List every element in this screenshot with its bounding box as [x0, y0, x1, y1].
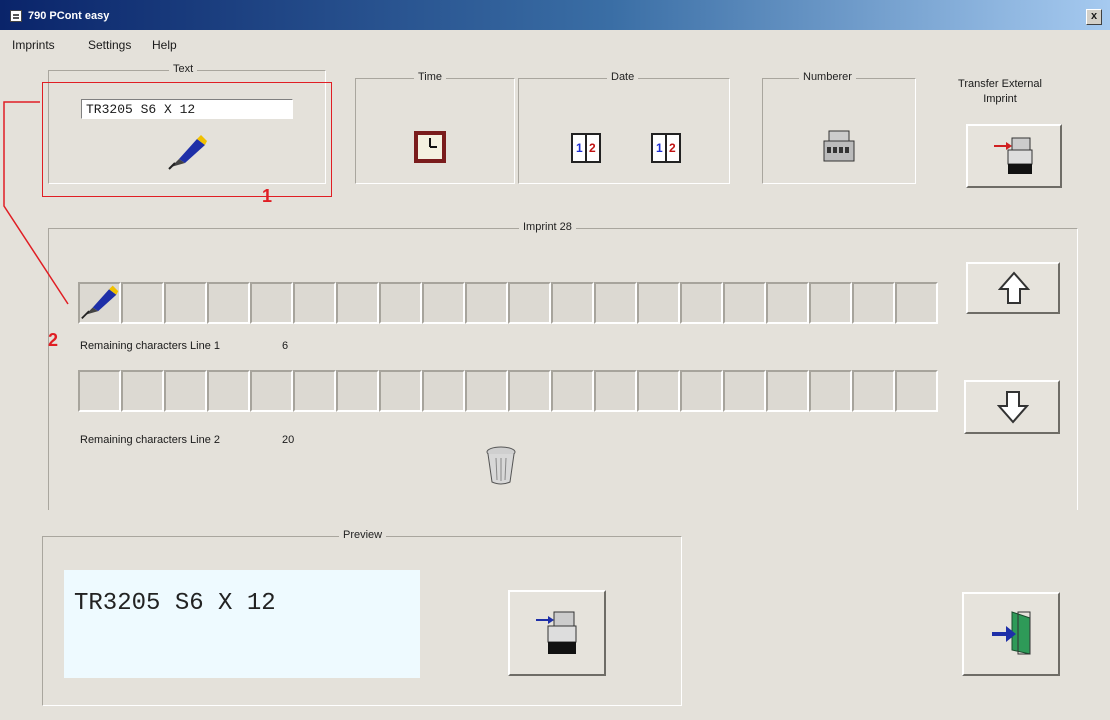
- line2-cell[interactable]: [121, 370, 164, 412]
- line1-remaining-label: Remaining characters Line 1: [80, 340, 221, 352]
- date-group-title: Date: [607, 71, 639, 83]
- exit-icon: [990, 608, 1034, 663]
- close-button[interactable]: x: [1086, 9, 1102, 25]
- imprint-group: Imprint 28: [48, 221, 1078, 510]
- menu-settings[interactable]: Settings: [88, 38, 131, 52]
- line2-cell[interactable]: [78, 370, 121, 412]
- time-group: Time: [355, 71, 515, 184]
- line2-cell[interactable]: [680, 370, 723, 412]
- trash-icon[interactable]: [484, 444, 518, 491]
- line2-remaining-label: Remaining characters Line 2: [80, 434, 221, 446]
- line2-cell[interactable]: [207, 370, 250, 412]
- line2-cell[interactable]: [164, 370, 207, 412]
- text-group-title: Text: [169, 63, 198, 75]
- menu-help[interactable]: Help: [152, 38, 177, 52]
- numberer-icon[interactable]: [821, 129, 857, 170]
- line1-cell[interactable]: [250, 282, 293, 324]
- line1-cell[interactable]: [551, 282, 594, 324]
- printer-icon: [536, 606, 580, 663]
- line1-cell[interactable]: [164, 282, 207, 324]
- line1-cell[interactable]: [336, 282, 379, 324]
- line1-cell[interactable]: [637, 282, 680, 324]
- line1-cell[interactable]: [766, 282, 809, 324]
- date-group: Date 1 2 1 2: [518, 71, 730, 184]
- annotation-label-1: 1: [262, 186, 273, 206]
- line1-cell[interactable]: [809, 282, 852, 324]
- transfer-title-line1: Transfer External: [958, 78, 1042, 90]
- line2-cell[interactable]: [293, 370, 336, 412]
- line2-cell[interactable]: [766, 370, 809, 412]
- line1-grid[interactable]: [78, 282, 938, 324]
- line2-cell[interactable]: [379, 370, 422, 412]
- transfer-printer-icon: [994, 134, 1034, 183]
- line1-cell[interactable]: [895, 282, 938, 324]
- line2-cell[interactable]: [551, 370, 594, 412]
- numberer-group-title: Numberer: [799, 71, 856, 83]
- move-down-button[interactable]: [964, 380, 1060, 434]
- menu-imprints[interactable]: Imprints: [12, 38, 55, 52]
- arrow-up-icon: [997, 271, 1031, 310]
- window-title: 790 PCont easy: [28, 10, 110, 22]
- line2-cell[interactable]: [852, 370, 895, 412]
- app-icon: [10, 10, 22, 22]
- print-button[interactable]: [508, 590, 606, 676]
- line2-grid[interactable]: [78, 370, 938, 412]
- svg-text:1: 1: [656, 141, 663, 155]
- imprint-group-title: Imprint 28: [519, 221, 576, 233]
- line1-cell[interactable]: [379, 282, 422, 324]
- time-group-title: Time: [414, 71, 447, 83]
- line2-cell[interactable]: [723, 370, 766, 412]
- exit-button[interactable]: [962, 592, 1060, 676]
- line2-cell[interactable]: [250, 370, 293, 412]
- transfer-title-line2: Imprint: [983, 93, 1017, 105]
- line2-cell[interactable]: [336, 370, 379, 412]
- annotation-connector: [3, 101, 69, 305]
- line2-cell[interactable]: [422, 370, 465, 412]
- annotation-label-2: 2: [48, 330, 59, 350]
- arrow-down-icon: [996, 390, 1030, 429]
- line1-cell[interactable]: [680, 282, 723, 324]
- clock-icon[interactable]: [412, 129, 448, 170]
- line2-cell[interactable]: [809, 370, 852, 412]
- move-up-button[interactable]: [966, 262, 1060, 314]
- line2-cell[interactable]: [465, 370, 508, 412]
- line1-cell[interactable]: [508, 282, 551, 324]
- preview-text: TR3205 S6 X 12: [74, 590, 276, 617]
- line1-cell[interactable]: [852, 282, 895, 324]
- line2-cell[interactable]: [637, 370, 680, 412]
- calendar-icon[interactable]: 1 2: [651, 133, 681, 168]
- line1-cell[interactable]: [207, 282, 250, 324]
- svg-text:2: 2: [669, 141, 676, 155]
- line1-remaining-count: 6: [282, 340, 289, 352]
- line2-cell[interactable]: [895, 370, 938, 412]
- line1-cell[interactable]: [465, 282, 508, 324]
- line1-cell[interactable]: [293, 282, 336, 324]
- transfer-external-imprint-button[interactable]: [966, 124, 1062, 188]
- svg-text:1: 1: [576, 141, 583, 155]
- menu-bar: Imprints Settings Help: [0, 30, 1110, 54]
- preview-group-title: Preview: [339, 529, 387, 541]
- line2-cell[interactable]: [594, 370, 637, 412]
- line1-cell[interactable]: [594, 282, 637, 324]
- preview-display: TR3205 S6 X 12: [64, 570, 420, 678]
- line1-cell[interactable]: [422, 282, 465, 324]
- calendar-icon[interactable]: 1 2: [571, 133, 601, 168]
- numberer-group: Numberer: [762, 71, 916, 184]
- line2-remaining-count: 20: [282, 434, 295, 446]
- line2-cell[interactable]: [508, 370, 551, 412]
- line1-cell[interactable]: [723, 282, 766, 324]
- svg-text:2: 2: [589, 141, 596, 155]
- line1-cell[interactable]: [121, 282, 164, 324]
- title-bar: [0, 0, 1110, 30]
